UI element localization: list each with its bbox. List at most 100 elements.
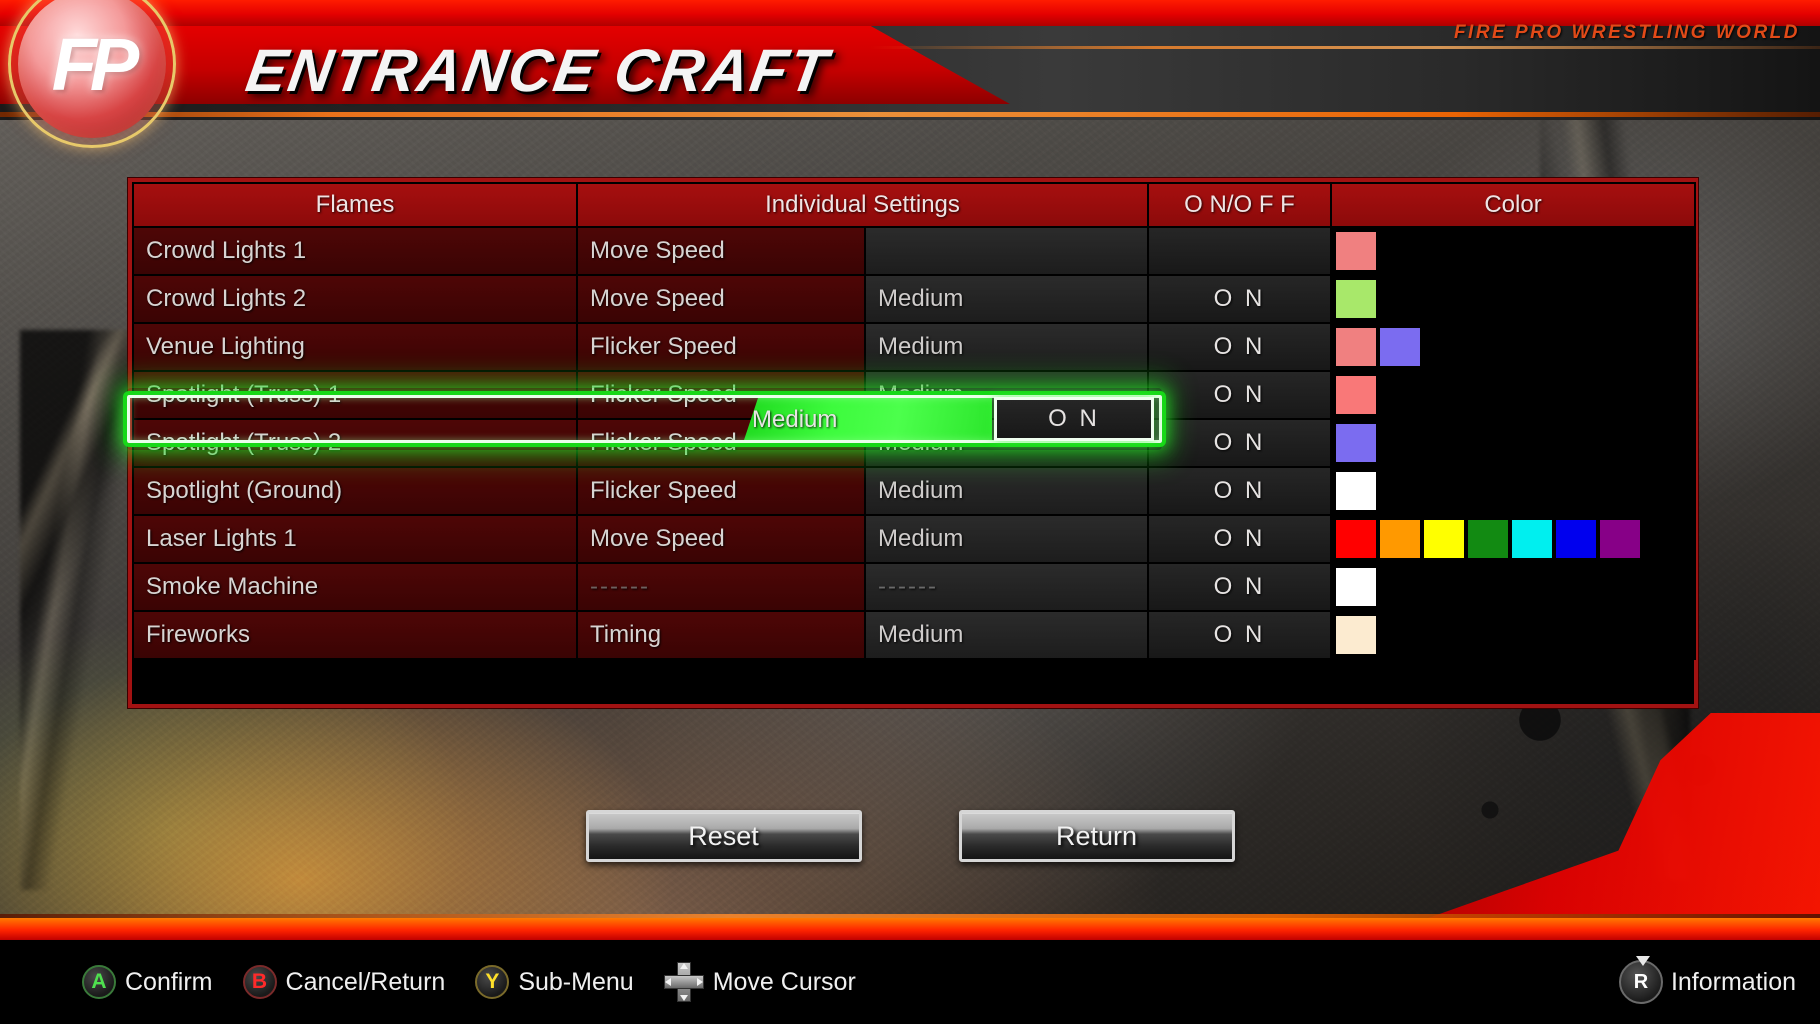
onoff-cell[interactable]: O N bbox=[1147, 274, 1333, 324]
row-name-cell[interactable]: Smoke Machine bbox=[132, 562, 578, 612]
row-name-cell[interactable]: Crowd Lights 2 bbox=[132, 274, 578, 324]
table-row[interactable]: Fireworks Timing Medium O N bbox=[132, 610, 1697, 660]
color-swatch[interactable] bbox=[1380, 520, 1421, 558]
return-button[interactable]: Return bbox=[958, 810, 1235, 862]
flames-settings-panel: Flames Individual Settings O N/O F F Col… bbox=[123, 178, 1698, 708]
column-header-onoff: O N/O F F bbox=[1147, 182, 1333, 228]
setting-value-cell[interactable] bbox=[863, 227, 1150, 275]
setting-value-cell[interactable]: Medium bbox=[863, 610, 1150, 660]
header-bottom-accent bbox=[0, 112, 1820, 117]
action-button-row: Reset Return bbox=[0, 810, 1820, 862]
setting-value-cell[interactable]: ------ bbox=[863, 562, 1150, 612]
color-swatch[interactable] bbox=[1380, 328, 1421, 366]
color-swatch[interactable] bbox=[1336, 424, 1377, 462]
color-cell[interactable] bbox=[1330, 227, 1697, 275]
a-button-icon: A bbox=[82, 965, 116, 999]
color-swatch-list bbox=[1332, 468, 1694, 514]
information-label: Information bbox=[1670, 967, 1796, 996]
color-swatch-list bbox=[1332, 324, 1694, 370]
color-swatch-list bbox=[1332, 612, 1694, 658]
setting-label-cell[interactable]: ------ bbox=[576, 562, 866, 612]
onoff-cell[interactable]: O N bbox=[1147, 322, 1333, 372]
onoff-cell[interactable] bbox=[1147, 227, 1333, 275]
onoff-cell[interactable]: O N bbox=[1147, 418, 1333, 468]
row-name-cell[interactable]: Spotlight (Truss) 1 bbox=[132, 370, 578, 420]
row-name-cell[interactable]: Laser Lights 1 bbox=[132, 514, 578, 564]
selected-setting-value[interactable]: Medium bbox=[752, 406, 837, 434]
table-body: Crowd Lights 1 Move Speed Crowd Lights 2 Mo… bbox=[132, 227, 1697, 660]
color-swatch[interactable] bbox=[1600, 520, 1641, 558]
color-cell[interactable] bbox=[1330, 322, 1697, 372]
color-swatch[interactable] bbox=[1512, 520, 1553, 558]
hint-label: Cancel/Return bbox=[285, 967, 446, 996]
dpad-icon bbox=[663, 962, 704, 1002]
table-row[interactable]: Smoke Machine ------ ------ O N bbox=[132, 562, 1697, 612]
hint-confirm: A Confirm bbox=[82, 965, 213, 999]
fire-pro-logo: FP bbox=[2, 0, 184, 150]
setting-label-cell[interactable]: Move Speed bbox=[576, 227, 866, 275]
column-header-flames: Flames bbox=[132, 182, 578, 228]
setting-label-cell[interactable]: Timing bbox=[576, 610, 866, 660]
reset-button[interactable]: Reset bbox=[585, 810, 862, 862]
onoff-cell[interactable]: O N bbox=[1147, 562, 1333, 612]
row-name-cell[interactable]: Fireworks bbox=[132, 610, 578, 660]
color-swatch[interactable] bbox=[1336, 472, 1377, 510]
color-cell[interactable] bbox=[1330, 610, 1697, 660]
column-header-individual-settings: Individual Settings bbox=[575, 182, 1150, 228]
y-button-icon: Y bbox=[475, 965, 510, 999]
color-cell[interactable] bbox=[1330, 418, 1697, 468]
table-row[interactable]: Spotlight (Ground) Flicker Speed Medium O N bbox=[132, 466, 1697, 516]
color-cell[interactable] bbox=[1330, 370, 1697, 420]
color-swatch[interactable] bbox=[1336, 328, 1377, 366]
onoff-cell[interactable]: O N bbox=[1147, 610, 1333, 660]
color-swatch-list bbox=[1332, 564, 1694, 610]
game-brand-label: FIRE PRO WRESTLING WORLD bbox=[1453, 22, 1800, 43]
color-swatch[interactable] bbox=[1336, 376, 1377, 414]
color-swatch[interactable] bbox=[1556, 520, 1597, 558]
hint-label: Sub-Menu bbox=[518, 967, 634, 996]
color-swatch-list bbox=[1332, 420, 1694, 466]
setting-value-cell[interactable]: Medium bbox=[863, 274, 1150, 324]
setting-label-cell[interactable]: Flicker Speed bbox=[576, 322, 866, 372]
setting-label-cell[interactable]: Move Speed bbox=[576, 274, 866, 324]
table-row[interactable]: Crowd Lights 2 Move Speed Medium O N bbox=[132, 274, 1697, 324]
setting-value-cell[interactable]: Medium bbox=[863, 466, 1150, 516]
row-name-cell[interactable]: Spotlight (Ground) bbox=[132, 466, 578, 516]
table-row[interactable]: Laser Lights 1 Move Speed Medium O N bbox=[132, 514, 1697, 564]
row-name-cell[interactable]: Venue Lighting bbox=[132, 322, 578, 372]
row-name-cell[interactable]: Crowd Lights 1 bbox=[132, 227, 578, 275]
table-row[interactable]: Venue Lighting Flicker Speed Medium O N bbox=[132, 322, 1697, 372]
selected-onoff-value[interactable]: O N bbox=[994, 397, 1154, 441]
color-swatch[interactable] bbox=[1336, 520, 1377, 558]
column-header-color: Color bbox=[1330, 182, 1697, 228]
color-swatch[interactable] bbox=[1336, 280, 1377, 318]
hint-move-cursor: Move Cursor bbox=[663, 962, 856, 1002]
color-swatch[interactable] bbox=[1424, 520, 1465, 558]
hint-label: Confirm bbox=[125, 967, 213, 996]
color-cell[interactable] bbox=[1330, 514, 1697, 564]
color-swatch[interactable] bbox=[1336, 232, 1377, 270]
color-cell[interactable] bbox=[1330, 562, 1697, 612]
color-swatch-list bbox=[1332, 228, 1694, 274]
information-hint[interactable]: R Information bbox=[1618, 956, 1796, 1004]
color-swatch[interactable] bbox=[1468, 520, 1509, 558]
color-swatch[interactable] bbox=[1336, 616, 1377, 654]
table-header-row: Flames Individual Settings O N/O F F Col… bbox=[132, 182, 1697, 228]
color-swatch-list bbox=[1332, 516, 1694, 562]
onoff-cell[interactable]: O N bbox=[1147, 514, 1333, 564]
table-row[interactable]: Crowd Lights 1 Move Speed bbox=[132, 227, 1697, 275]
page-title: ENTRANCE CRAFT bbox=[241, 37, 834, 104]
b-button-icon: B bbox=[242, 965, 277, 999]
row-name-cell[interactable]: Spotlight (Truss) 2 bbox=[132, 418, 578, 468]
color-swatch[interactable] bbox=[1336, 568, 1377, 606]
color-cell[interactable] bbox=[1330, 274, 1697, 324]
setting-label-cell[interactable]: Move Speed bbox=[576, 514, 866, 564]
onoff-cell[interactable]: O N bbox=[1147, 466, 1333, 516]
setting-value-cell[interactable]: Medium bbox=[863, 514, 1150, 564]
setting-value-cell[interactable]: Medium bbox=[863, 322, 1150, 372]
button-hints: A Confirm B Cancel/Return Y Sub-Menu Move Curs… bbox=[82, 962, 856, 1002]
onoff-cell[interactable]: O N bbox=[1147, 370, 1333, 420]
setting-label-cell[interactable]: Flicker Speed bbox=[576, 466, 866, 516]
footer-accent-bar bbox=[0, 914, 1820, 940]
color-cell[interactable] bbox=[1330, 466, 1697, 516]
